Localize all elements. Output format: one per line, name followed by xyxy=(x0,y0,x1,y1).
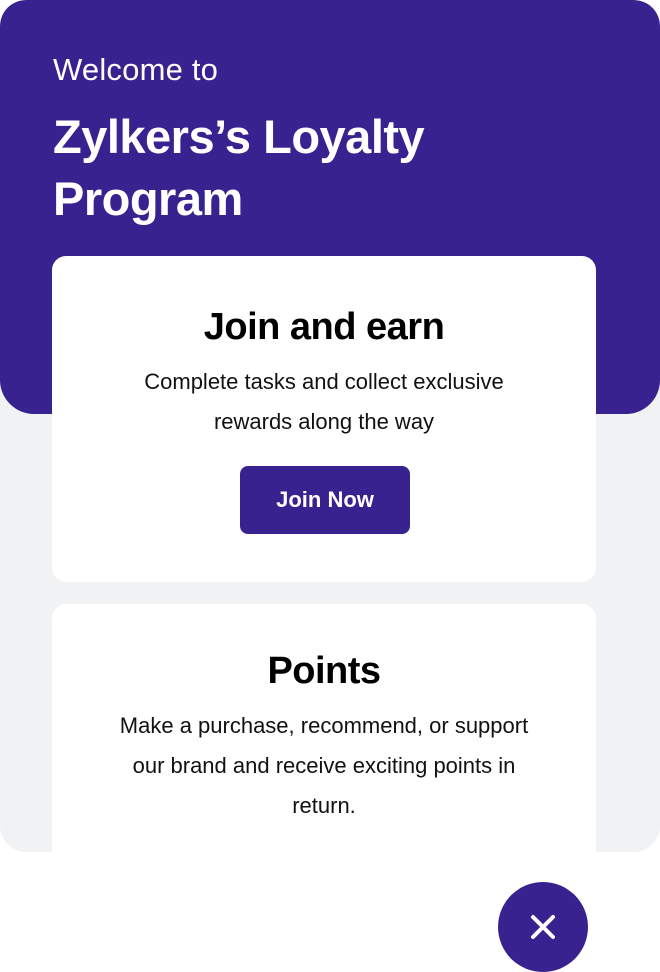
join-card-description: Complete tasks and collect exclusive rew… xyxy=(144,369,504,434)
points-card-title: Points xyxy=(267,650,381,692)
join-now-button[interactable]: Join Now xyxy=(240,466,410,534)
close-button[interactable] xyxy=(498,882,588,972)
loyalty-widget: Welcome to Zylkers’s Loyalty Program Joi… xyxy=(0,0,660,852)
close-icon xyxy=(530,914,556,940)
points-card: Points Make a purchase, recommend, or su… xyxy=(52,604,596,852)
points-card-description: Make a purchase, recommend, or support o… xyxy=(119,713,529,818)
join-card: Join and earn Complete tasks and collect… xyxy=(52,256,596,582)
program-title: Zylkers’s Loyalty Program xyxy=(53,110,425,225)
join-card-title: Join and earn xyxy=(203,306,445,348)
welcome-text: Welcome to xyxy=(53,52,219,87)
